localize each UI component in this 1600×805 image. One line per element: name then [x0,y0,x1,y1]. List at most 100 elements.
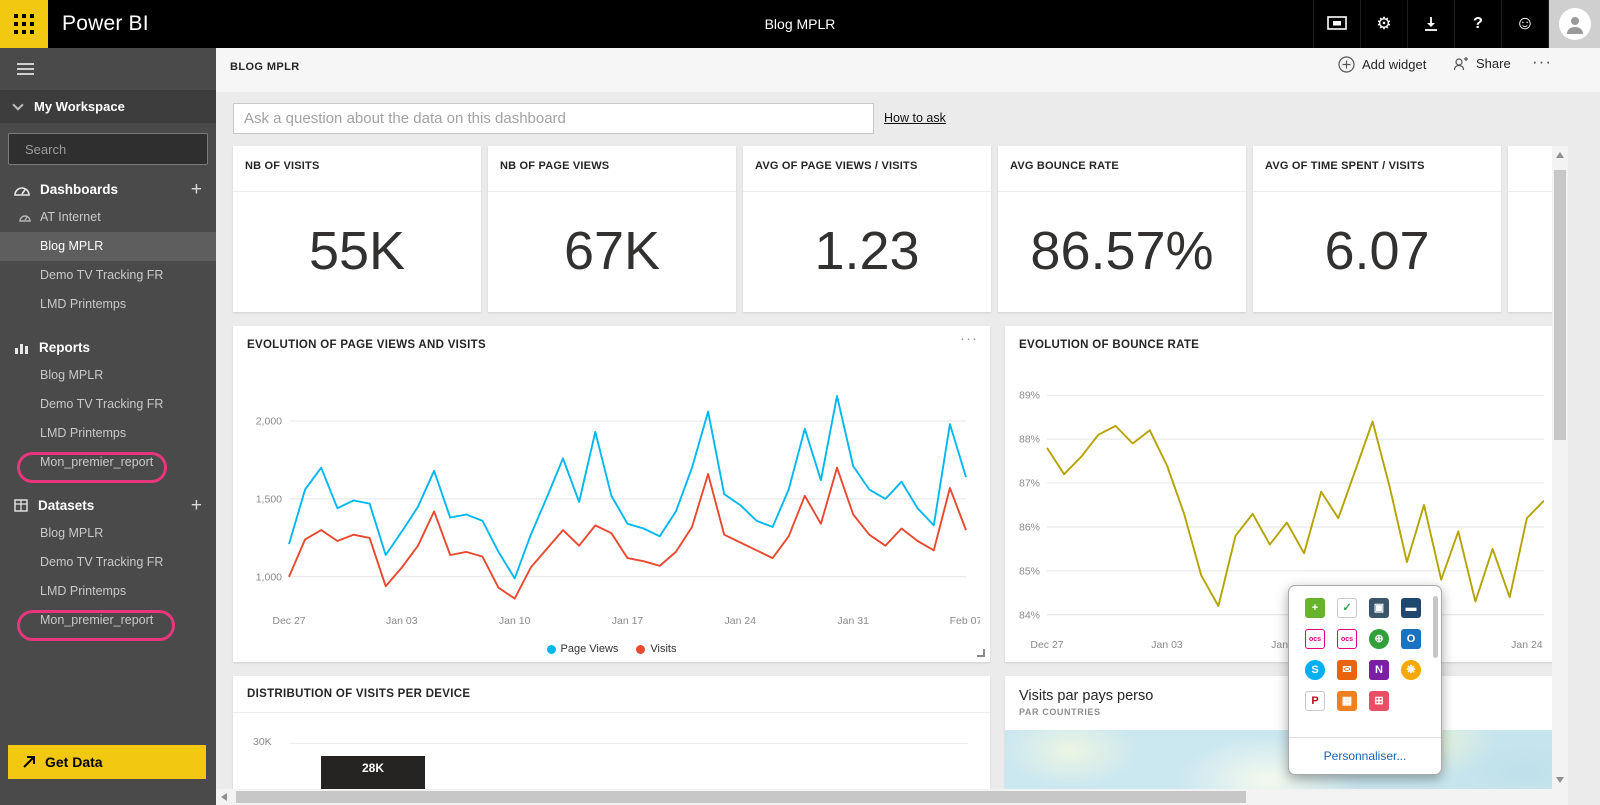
collapse-menu-button[interactable] [0,48,216,90]
sidebar: My Workspace Dashboards + AT Inte [0,48,216,805]
sidebar-item-label: Demo TV Tracking FR [40,555,163,569]
share-icon-add-green[interactable]: + [1305,598,1325,618]
sidebar-item-report-demo-tv[interactable]: Demo TV Tracking FR [0,390,216,419]
map-card-subtitle: PAR COUNTRIES [1005,704,1552,717]
qa-question-input[interactable] [233,103,874,134]
kpi-tile-time-spent[interactable]: AVG OF TIME SPENT / VISITS 6.07 [1253,146,1501,312]
scroll-down-arrow[interactable] [1556,777,1564,783]
sidebar-item-dataset-demo-tv[interactable]: Demo TV Tracking FR [0,548,216,577]
add-dashboard-button[interactable]: + [191,180,202,199]
vertical-scrollbar[interactable] [1552,146,1568,789]
tile-visits-per-device[interactable]: DISTRIBUTION OF VISITS PER DEVICE 30K 28… [233,676,990,789]
svg-text:Jan 10: Jan 10 [499,615,531,627]
legend-item-page-views[interactable]: Page Views [547,643,619,655]
share-icon-flower-orange[interactable]: ❋ [1401,660,1421,680]
chart-title: EVOLUTION OF PAGE VIEWS AND VISITS [233,326,990,351]
scroll-up-arrow[interactable] [1556,152,1564,158]
share-icon-check-green[interactable]: ✓ [1337,598,1357,618]
tile-page-views-visits-chart[interactable]: EVOLUTION OF PAGE VIEWS AND VISITS ··· 1… [233,326,990,662]
plus-circle-icon [1338,56,1355,73]
sidebar-item-label: Blog MPLR [40,526,103,540]
tile-bounce-rate-chart[interactable]: EVOLUTION OF BOUNCE RATE 84%85%86%87%88%… [1005,326,1552,662]
sidebar-item-dashboard-lmd[interactable]: LMD Printemps [0,290,216,319]
kpi-value: 86.57% [998,192,1246,310]
kpi-tile-partial[interactable] [1508,146,1552,312]
dashboard-more-button[interactable]: ··· [1532,52,1552,72]
share-icon-mail-orange[interactable]: ✉ [1337,660,1357,680]
share-icon-ocs-pink-1[interactable]: ocs [1305,629,1325,649]
add-dataset-button[interactable]: + [191,496,202,515]
shared-dashboard-icon [19,211,31,222]
sidebar-item-report-blog-mplr[interactable]: Blog MPLR [0,361,216,390]
dashboards-section: Dashboards + AT Internet Blog MPLR Demo … [0,175,216,319]
horizontal-scrollbar[interactable] [216,789,1568,805]
world-map-visual[interactable] [1005,730,1552,789]
sidebar-item-dashboard-at-internet[interactable]: AT Internet [0,203,216,232]
tile-resize-handle[interactable] [977,649,985,657]
svg-text:Dec 27: Dec 27 [272,615,305,627]
settings-button[interactable]: ⚙ [1360,0,1407,48]
breadcrumb: BLOG MPLR [230,61,300,73]
app-launcher-button[interactable] [0,0,48,48]
app-title: Power BI [62,0,149,48]
share-icon-video-dark[interactable]: ▬ [1401,598,1421,618]
share-icon-grid-orange[interactable]: ▦ [1337,691,1357,711]
svg-text:2,000: 2,000 [256,416,282,428]
get-data-button[interactable]: Get Data [8,745,206,779]
share-icon-outlook-blue[interactable]: O [1401,629,1421,649]
sidebar-item-dashboard-blog-mplr[interactable]: Blog MPLR [0,232,216,261]
sidebar-item-dashboard-demo-tv[interactable]: Demo TV Tracking FR [0,261,216,290]
feedback-button[interactable]: ☺ [1501,0,1548,48]
sidebar-item-label: LMD Printemps [40,297,126,311]
datasets-header[interactable]: Datasets + [0,491,216,519]
sidebar-item-report-mon-premier[interactable]: Mon_premier_report [0,448,216,477]
how-to-ask-link[interactable]: How to ask [884,111,946,125]
share-icon-pinterest-red[interactable]: P [1305,691,1325,711]
get-data-arrow-icon [22,755,36,769]
help-button[interactable]: ? [1454,0,1501,48]
sidebar-item-label: Demo TV Tracking FR [40,397,163,411]
popup-scrollbar-thumb[interactable] [1433,596,1438,658]
share-icon-ocs-pink-2[interactable]: ocs [1337,629,1357,649]
bar-device-1[interactable]: 28K [321,756,425,789]
kpi-tile-views-per-visit[interactable]: AVG OF PAGE VIEWS / VISITS 1.23 [743,146,991,312]
sidebar-item-report-lmd[interactable]: LMD Printemps [0,419,216,448]
share-icon-presentation-dark[interactable]: ▣ [1369,598,1389,618]
tile-visits-map[interactable]: Visits par pays perso PAR COUNTRIES [1005,676,1552,789]
horizontal-scrollbar-thumb[interactable] [236,791,1246,803]
scroll-left-arrow[interactable] [221,793,227,801]
sidebar-item-dataset-blog-mplr[interactable]: Blog MPLR [0,519,216,548]
sidebar-item-dataset-mon-premier[interactable]: Mon_premier_report [0,606,216,635]
gridline [289,743,968,744]
fullscreen-icon [1327,16,1347,32]
share-icon-globe-green[interactable]: ⊕ [1369,629,1389,649]
share-icon-skype-blue[interactable]: S [1305,660,1325,680]
reports-section: Reports Blog MPLR Demo TV Tracking FR LM… [0,333,216,477]
kpi-tile-page-views[interactable]: NB OF PAGE VIEWS 67K [488,146,736,312]
add-widget-button[interactable]: Add widget [1338,56,1426,73]
tile-menu-button[interactable]: ··· [960,330,978,347]
fullscreen-button[interactable] [1313,0,1360,48]
dashboards-header[interactable]: Dashboards + [0,175,216,203]
sidebar-item-dataset-lmd[interactable]: LMD Printemps [0,577,216,606]
vertical-scrollbar-thumb[interactable] [1554,170,1566,440]
download-button[interactable] [1407,0,1454,48]
kpi-tile-bounce-rate[interactable]: AVG BOUNCE RATE 86.57% [998,146,1246,312]
search-input[interactable] [25,142,201,157]
personalize-link[interactable]: Personnaliser... [1289,749,1441,763]
share-button[interactable]: Share [1453,56,1511,71]
dashboard-title: Blog MPLR [765,0,836,48]
account-button[interactable] [1548,0,1600,48]
kpi-tile-visits[interactable]: NB OF VISITS 55K [233,146,481,312]
chevron-down-icon [12,99,23,110]
share-icon-onenote-purple[interactable]: N [1369,660,1389,680]
legend-item-visits[interactable]: Visits [636,643,676,655]
share-icon-crop-pink[interactable]: ⊞ [1369,691,1389,711]
svg-text:Jan 24: Jan 24 [725,615,757,627]
workspace-selector[interactable]: My Workspace [0,90,216,123]
svg-text:1,500: 1,500 [256,493,282,505]
kpi-value: 6.07 [1253,192,1501,310]
share-extension-popup: + ✓ ▣ ▬ ocsocs ⊕ O S ✉ N ❋ P ▦ ⊞ Personnaliser... [1288,585,1442,775]
sidebar-item-label: AT Internet [40,210,101,224]
reports-header[interactable]: Reports [0,333,216,361]
